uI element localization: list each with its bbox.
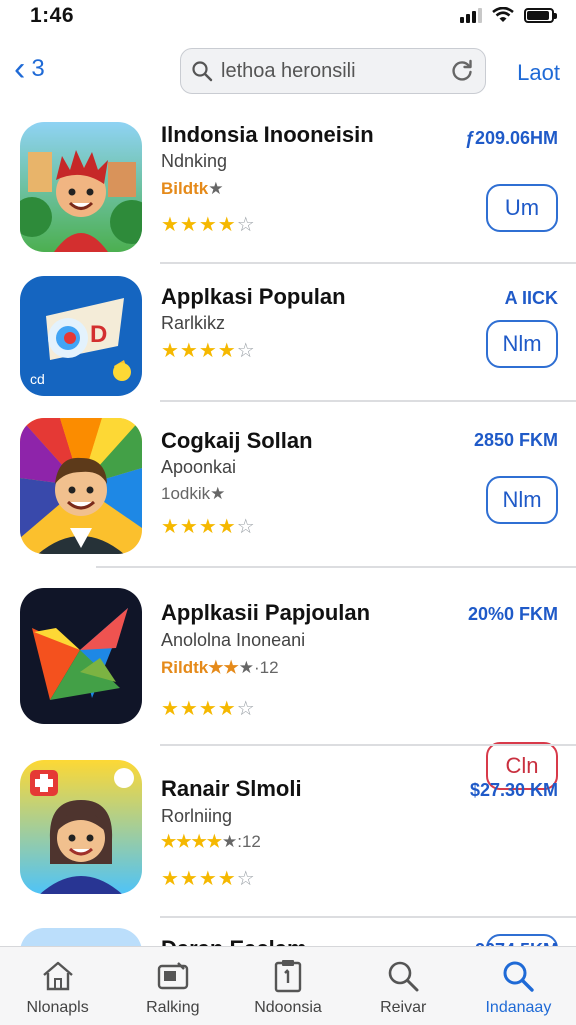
app-title: Cogkaij Sollan <box>161 428 313 453</box>
app-title: Ranair Slmoli <box>161 776 302 801</box>
svg-text:D: D <box>90 321 107 348</box>
back-button[interactable]: ‹ 3 <box>14 52 45 86</box>
signal-icon <box>460 7 482 23</box>
rank-rest-text: ★ <box>208 179 224 198</box>
app-price: 2850 FKM <box>473 430 558 450</box>
back-label: 3 <box>31 55 45 82</box>
star-rating: ★★★★☆ <box>161 868 256 890</box>
app-price: A IICK <box>504 288 558 308</box>
list-item[interactable]: Cogkaij Sollan Apoonkai 1odkik★ ★★★★☆ 28… <box>0 402 576 568</box>
tab-bar: Nlonapls Ralking Ndoonsia Reivar Indanaa… <box>0 946 576 1025</box>
ranking-icon <box>157 962 188 990</box>
tab-search-active[interactable]: Indanaay <box>461 947 576 1025</box>
chevron-left-icon: ‹ <box>14 50 26 88</box>
home-icon <box>42 961 73 991</box>
get-button[interactable]: Nlm <box>486 320 558 368</box>
nav-right-button[interactable]: Laot <box>517 60 560 86</box>
search-icon <box>192 61 213 82</box>
tab-search[interactable]: Reivar <box>346 947 461 1025</box>
star-rating: ★★★★☆ <box>161 698 256 720</box>
clipboard-icon <box>274 960 302 993</box>
app-subtitle: Rorlniing <box>161 806 233 826</box>
app-rank: Bildtk★ <box>161 179 223 199</box>
star-rating: ★★★★☆ <box>161 214 256 236</box>
search-icon <box>503 961 535 992</box>
app-price: $27.30 KM <box>469 780 558 800</box>
app-icon-girl-sky[interactable] <box>20 760 142 894</box>
list-item[interactable]: D cd Applkasi Populan Rarlkikz ★★★★☆ A I… <box>0 264 576 402</box>
app-icon-man-rainbow[interactable] <box>20 418 142 554</box>
refresh-icon[interactable] <box>449 58 475 84</box>
wifi-icon <box>492 7 514 22</box>
app-title: Ilndonsia Inooneisin <box>161 122 374 147</box>
star-rating: ★★★★☆ <box>161 340 256 362</box>
app-price: 20%0 FKM <box>467 604 558 624</box>
list-item[interactable]: Ranair Slmoli Rorlniing ★★★★★:12 ★★★★☆ $… <box>0 746 576 982</box>
get-button[interactable]: Um <box>486 184 558 232</box>
navigation-bar: ‹ 3 lethoa heronsili Laot <box>0 36 576 112</box>
app-subtitle: Ndnking <box>161 151 228 171</box>
app-icon-blue-flag[interactable]: D cd <box>20 276 142 396</box>
search-input[interactable]: lethoa heronsili <box>221 60 449 83</box>
app-subtitle: Apoonkai <box>161 457 237 477</box>
app-rank: 1odkik★ <box>161 484 225 504</box>
svg-text:cd: cd <box>30 371 45 387</box>
app-icon-boy-village[interactable] <box>20 122 142 252</box>
status-time: 1:46 <box>30 4 75 27</box>
status-bar: 1:46 <box>0 0 576 36</box>
rank-extra-text: ·12 <box>253 658 279 677</box>
rank-colored-text: Rildtk★★ <box>161 658 239 677</box>
tab-label: Reivar <box>380 999 427 1016</box>
tab-label: Nlonapls <box>26 999 89 1016</box>
app-title: Applkasii Papjoulan <box>161 600 371 625</box>
battery-icon <box>524 7 557 23</box>
search-field[interactable]: lethoa heronsili <box>180 48 486 94</box>
star-rating: ★★★★☆ <box>161 516 256 538</box>
list-item[interactable]: Ilndonsia Inooneisin Ndnking Bildtk★ ★★★… <box>0 112 576 264</box>
search-icon <box>388 961 419 992</box>
rank-colored-text: Bildtk <box>161 179 209 198</box>
rank-extra-text: :12 <box>237 832 261 851</box>
get-button[interactable]: Nlm <box>486 476 558 524</box>
tab-label: Ralking <box>146 999 200 1016</box>
app-rank: Rildtk★★★·12 <box>161 658 279 678</box>
rank-colored-text: ★★★★ <box>161 832 222 851</box>
tab-label: Ndoonsia <box>254 999 322 1016</box>
app-title: Applkasi Populan <box>161 284 346 309</box>
tab-ranking[interactable]: Ralking <box>115 947 230 1025</box>
list-item[interactable]: Applkasii Papjoulan Anololna Inoneani Ri… <box>0 568 576 790</box>
app-icon-arrow-colorful[interactable] <box>20 588 142 724</box>
rank-rest-text: ★ <box>221 832 238 851</box>
tab-label: Indanaay <box>485 999 552 1016</box>
tab-home[interactable]: Nlonapls <box>0 947 115 1025</box>
app-price: ƒ209.06HM <box>464 128 558 148</box>
tab-clipboard[interactable]: Ndoonsia <box>230 947 345 1025</box>
rank-rest-text: 1odkik★ <box>161 484 226 503</box>
app-subtitle: Anololna Inoneani <box>161 630 306 650</box>
app-subtitle: Rarlkikz <box>161 313 226 333</box>
status-icons <box>460 7 557 23</box>
app-rank: ★★★★★:12 <box>161 832 261 852</box>
rank-rest-text: ★ <box>238 658 254 677</box>
